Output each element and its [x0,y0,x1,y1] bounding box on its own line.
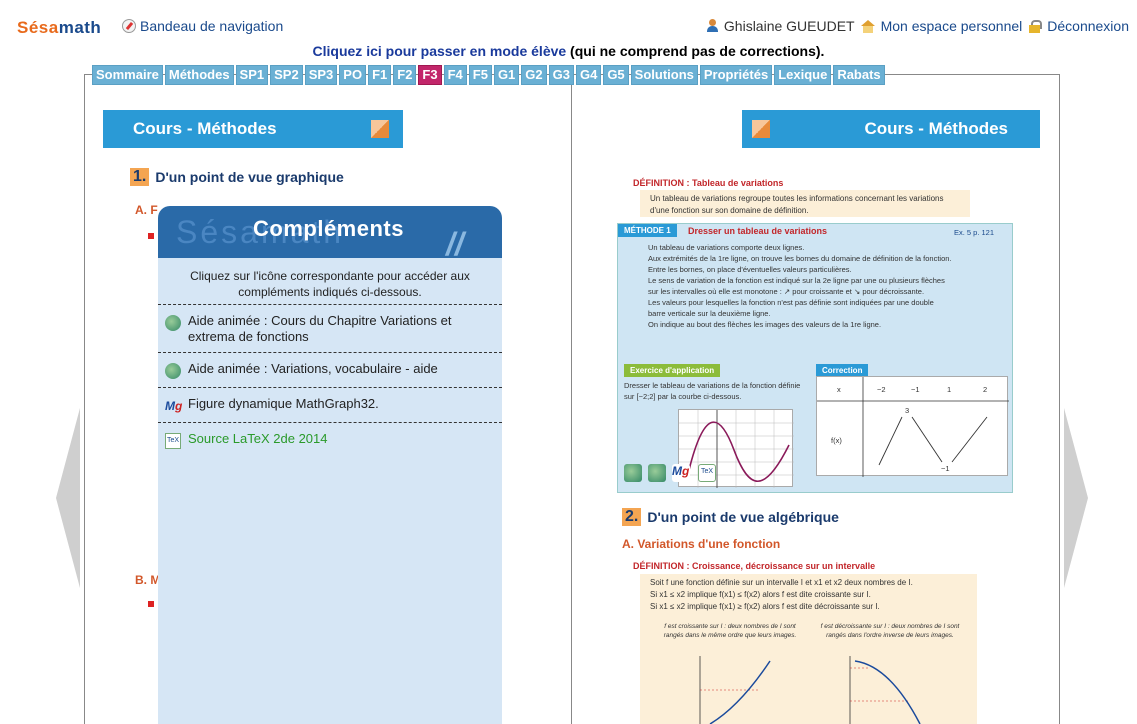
top-bar: Sésamath Bandeau de navigation Ghislaine… [0,0,1137,40]
tab-g3[interactable]: G3 [548,65,574,85]
popup-header: Sésamath Compléments // [158,206,502,262]
mathgraph-icon[interactable]: Mg [672,464,690,482]
tab-sp1[interactable]: SP1 [235,65,269,85]
home-icon [860,19,875,33]
right-section-2-title: 2. D'un point de vue algébrique [622,508,839,526]
student-mode-link[interactable]: Cliquez ici pour passer en mode élève [313,43,567,59]
decorative-squares-icon [752,120,770,138]
lock-icon [1028,19,1043,33]
exercise-graph [678,409,794,488]
left-section-1-title: 1. D'un point de vue graphique [130,168,344,186]
left-subsection-a: A. F [135,203,158,217]
animation-icon[interactable] [648,464,666,482]
navigation-banner-link[interactable]: Bandeau de navigation [122,18,283,34]
book-spine [571,74,572,724]
tab-f1[interactable]: F1 [368,65,392,85]
table-x-value: −2 [877,385,886,394]
tab-f5[interactable]: F5 [468,65,492,85]
tab-f3[interactable]: F3 [418,65,442,85]
variation-table: x −2 −1 1 2 f(x) 3 −1 [816,376,1009,477]
decreasing-graph [849,656,921,724]
curve-graph [679,410,794,488]
mathgraph-icon[interactable]: Mg [165,398,182,414]
increasing-graph [699,656,771,724]
complement-item-mathgraph[interactable]: Mg Figure dynamique MathGraph32. [158,387,502,422]
user-links: Ghislaine GUEUDET Mon espace personnel D… [706,18,1129,34]
tab-propri-t-s[interactable]: Propriétés [699,65,773,85]
animation-icon[interactable] [165,363,181,379]
tab-sp3[interactable]: SP3 [304,65,338,85]
table-x-value: −1 [911,385,920,394]
method-tag: MÉTHODE 1 [618,224,677,237]
complements-popup: Sésamath Compléments // Cliquez sur l'ic… [158,206,502,724]
tab-f2[interactable]: F2 [393,65,417,85]
definition-1-text: Un tableau de variations regroupe toutes… [640,190,970,217]
definition-2-box: Soit f une fonction définie sur un inter… [640,574,977,724]
exercise-tag: Exercice d'application [624,364,721,377]
method-reference: Ex. 5 p. 121 [954,228,995,237]
right-subsection-a: A. Variations d'une fonction [622,537,781,551]
tab-rabats[interactable]: Rabats [833,65,885,85]
complement-item-animated-vocabulary[interactable]: Aide animée : Variations, vocabulaire - … [158,352,502,387]
decorative-squares-icon [371,120,389,138]
table-fx-label: f(x) [831,436,842,445]
tab-solutions[interactable]: Solutions [630,65,698,85]
animation-icon[interactable] [165,315,181,331]
tab-f4[interactable]: F4 [443,65,467,85]
tab-g4[interactable]: G4 [575,65,602,85]
tab-g1[interactable]: G1 [493,65,520,85]
method-title: Dresser un tableau de variations [688,226,828,236]
previous-page-arrow-icon[interactable] [56,408,80,588]
table-x-label: x [837,385,841,394]
table-value: 3 [905,406,910,415]
chapter-tabs: Sommaire Méthodes SP1 SP2 SP3 PO F1 F2 F3 F4 F5 G1 G… [92,65,885,85]
tab-sp2[interactable]: SP2 [270,65,303,85]
table-value: −1 [941,464,950,473]
exercise-text: Dresser le tableau de variations de la f… [624,381,801,401]
tab-g5[interactable]: G5 [603,65,629,85]
complement-item-latex-source[interactable]: TeX Source LaTeX 2de 2014 [158,422,502,457]
right-page-header: Cours - Méthodes [742,110,1040,148]
definition-2-title: DÉFINITION : Croissance, décroissance su… [633,561,876,571]
student-mode-banner: Cliquez ici pour passer en mode élève (q… [312,43,825,59]
increasing-caption: f est croissante sur I : deux nombres de… [663,623,797,639]
method-box: MÉTHODE 1 Dresser un tableau de variatio… [617,223,1013,493]
table-x-value: 1 [947,385,952,394]
animation-icon[interactable] [624,464,642,482]
tex-icon[interactable]: TeX [165,433,181,449]
left-subsection-b: B. M [135,573,161,587]
compass-icon [122,19,136,33]
user-icon [706,19,718,33]
tab-sommaire[interactable]: Sommaire [92,65,163,85]
popup-body: Cliquez sur l'icône correspondante pour … [158,258,502,724]
user-name: Ghislaine GUEUDET [723,18,855,34]
next-page-arrow-icon[interactable] [1064,408,1088,588]
tex-icon[interactable]: TeX [698,464,716,482]
tab-g2[interactable]: G2 [521,65,547,85]
decreasing-caption: f est décroissante sur I : deux nombres … [820,623,960,639]
tab-po[interactable]: PO [339,65,367,85]
popup-title: Compléments [253,216,404,241]
complement-item-animated-course[interactable]: Aide animée : Cours du Chapitre Variatio… [158,304,502,352]
logout-link[interactable]: Déconnexion [1047,18,1129,34]
bullet-icon [148,233,154,239]
table-x-value: 2 [983,385,988,394]
tab-lexique[interactable]: Lexique [774,65,832,85]
popup-intro: Cliquez sur l'icône correspondante pour … [190,269,470,299]
sesamath-logo[interactable]: Sésamath [17,18,101,38]
personal-space-link[interactable]: Mon espace personnel [881,18,1023,34]
left-page-header: Cours - Méthodes [103,110,403,148]
definition-1-title: DÉFINITION : Tableau de variations [633,178,784,188]
bullet-icon [148,601,154,607]
tab-m-thodes[interactable]: Méthodes [164,65,234,85]
method-text: Un tableau de variations comporte deux l… [648,243,952,329]
